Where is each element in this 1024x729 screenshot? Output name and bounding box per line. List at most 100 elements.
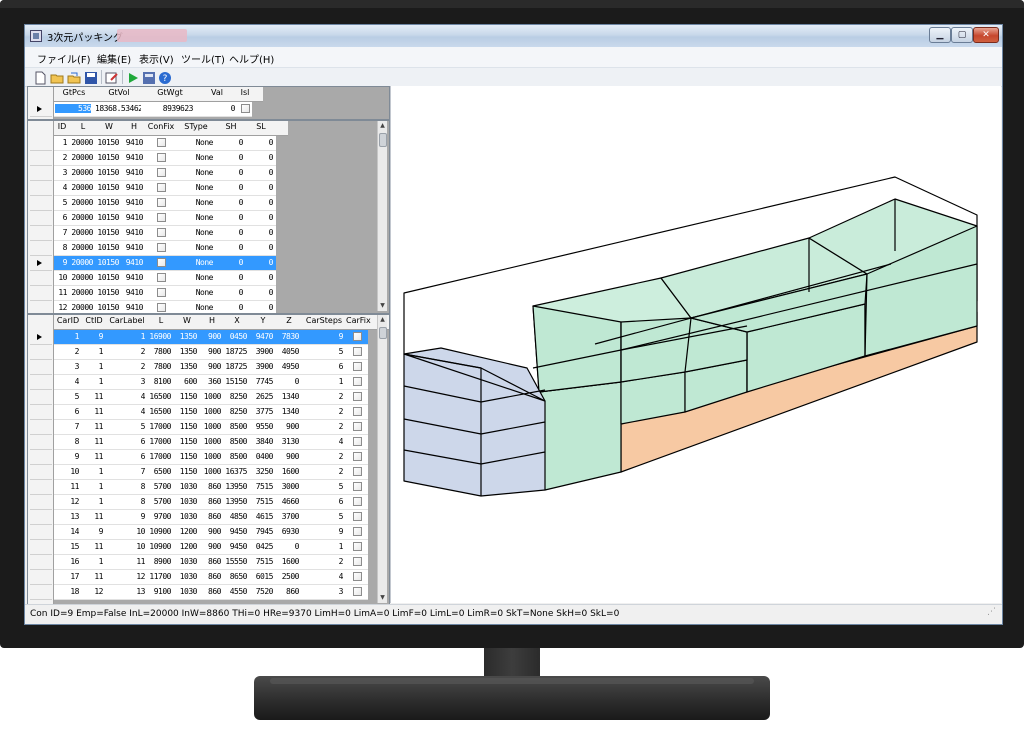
table-cell[interactable]: 5700 xyxy=(149,497,171,506)
table-cell[interactable]: 0 xyxy=(247,243,273,252)
row-selector[interactable] xyxy=(30,102,52,117)
table-cell[interactable]: 10150 xyxy=(97,273,119,282)
row-selector[interactable] xyxy=(30,166,52,181)
table-cell[interactable]: 860 xyxy=(201,512,221,521)
table-cell[interactable]: 860 xyxy=(277,587,299,596)
table-cell[interactable]: 900 xyxy=(201,542,221,551)
row-selector[interactable] xyxy=(30,525,52,540)
table-cell[interactable]: 20000 xyxy=(71,138,93,147)
table-cell[interactable]: 8 xyxy=(107,497,145,506)
table-cell[interactable]: 10150 xyxy=(97,303,119,312)
table-cell[interactable]: 4660 xyxy=(277,497,299,506)
table-cell[interactable]: 13 xyxy=(107,587,145,596)
table-cell[interactable]: 11 xyxy=(83,392,103,401)
table-row[interactable]: 7 20000 10150 9410 None 0 0 xyxy=(54,226,276,241)
table-cell[interactable]: 4 xyxy=(107,407,145,416)
table-cell[interactable]: 3900 xyxy=(251,347,273,356)
new-file-icon[interactable] xyxy=(33,70,47,85)
table-cell[interactable]: 7 xyxy=(55,228,67,237)
table-cell[interactable]: 1000 xyxy=(201,467,221,476)
table-cell[interactable]: 20000 xyxy=(71,168,93,177)
table-cell[interactable]: 11 xyxy=(55,482,79,491)
table-cell[interactable]: 20000 xyxy=(71,273,93,282)
table-cell[interactable]: 1 xyxy=(83,377,103,386)
table-cell[interactable]: 20000 xyxy=(71,183,93,192)
table-cell[interactable]: 10150 xyxy=(97,198,119,207)
menu-help[interactable]: ヘルプ(H) xyxy=(229,51,274,66)
table-cell[interactable]: 17000 xyxy=(149,422,171,431)
cargo-scrollbar[interactable]: ▲ ▼ xyxy=(377,315,387,603)
table-cell[interactable]: 9410 xyxy=(123,273,143,282)
column-header-cargo-4[interactable]: W xyxy=(174,316,200,325)
table-row[interactable]: 6 11 4 16500 1150 1000 8250 3775 1340 2 xyxy=(54,405,368,420)
checkbox[interactable] xyxy=(352,407,362,416)
table-cell[interactable]: 0 xyxy=(217,213,243,222)
table-cell[interactable]: 20000 xyxy=(71,303,93,312)
table-cell[interactable]: 3840 xyxy=(251,437,273,446)
column-header-containers-2[interactable]: W xyxy=(96,122,122,131)
table-cell[interactable]: 2 xyxy=(303,407,343,416)
table-cell[interactable]: 20000 xyxy=(71,258,93,267)
table-cell[interactable]: 9100 xyxy=(149,587,171,596)
table-cell[interactable]: 8 xyxy=(55,437,79,446)
table-row[interactable]: 3 20000 10150 9410 None 0 0 xyxy=(54,166,276,181)
packing-3d-view[interactable] xyxy=(390,86,1001,603)
checkbox[interactable] xyxy=(352,362,362,371)
menu-tools[interactable]: ツール(T) xyxy=(181,51,225,66)
table-cell[interactable]: 0 xyxy=(217,258,243,267)
checkbox[interactable] xyxy=(352,392,362,401)
table-cell[interactable]: 2 xyxy=(55,153,67,162)
checkbox[interactable] xyxy=(352,527,362,536)
table-cell[interactable]: 13950 xyxy=(225,497,247,506)
table-cell[interactable]: 13 xyxy=(55,512,79,521)
table-cell[interactable]: 1000 xyxy=(201,392,221,401)
checkbox[interactable] xyxy=(352,467,362,476)
table-cell[interactable]: 1 xyxy=(83,557,103,566)
table-cell[interactable]: None xyxy=(177,288,213,297)
table-cell[interactable]: 0 xyxy=(247,258,273,267)
checkbox[interactable] xyxy=(156,198,166,207)
table-cell[interactable]: 11 xyxy=(83,572,103,581)
table-cell[interactable]: 15550 xyxy=(225,557,247,566)
table-cell[interactable]: 4850 xyxy=(225,512,247,521)
save-result-icon[interactable] xyxy=(142,70,156,84)
resize-grip-icon[interactable]: ⋰ xyxy=(987,603,996,622)
checkbox[interactable] xyxy=(352,422,362,431)
table-cell[interactable]: None xyxy=(177,243,213,252)
table-cell[interactable]: 20000 xyxy=(71,213,93,222)
table-cell[interactable]: 0 xyxy=(247,303,273,312)
table-cell[interactable]: 1000 xyxy=(201,422,221,431)
table-cell[interactable]: 536 xyxy=(55,104,91,113)
table-cell[interactable]: 12 xyxy=(83,587,103,596)
table-cell[interactable]: 18725 xyxy=(225,362,247,371)
table-row[interactable]: 16 1 11 8900 1030 860 15550 7515 1600 2 xyxy=(54,555,368,570)
row-selector[interactable] xyxy=(30,271,52,286)
table-cell[interactable]: 1030 xyxy=(175,587,197,596)
table-cell[interactable]: 1030 xyxy=(175,557,197,566)
table-cell[interactable]: 10150 xyxy=(97,243,119,252)
table-cell[interactable]: 20000 xyxy=(71,288,93,297)
table-cell[interactable]: 1 xyxy=(303,377,343,386)
table-cell[interactable]: 9550 xyxy=(251,422,273,431)
table-cell[interactable]: 13950 xyxy=(225,482,247,491)
column-header-cargo-10[interactable]: CarFix xyxy=(346,316,371,325)
table-cell[interactable]: 4 xyxy=(303,572,343,581)
checkbox[interactable] xyxy=(352,482,362,491)
checkbox[interactable] xyxy=(352,542,362,551)
column-header-summary-4[interactable]: Isl xyxy=(238,88,252,97)
column-header-containers-4[interactable]: ConFix xyxy=(146,122,176,131)
table-cell[interactable]: 1 xyxy=(55,138,67,147)
table-cell[interactable]: 8250 xyxy=(225,407,247,416)
row-selector[interactable] xyxy=(30,241,52,256)
checkbox[interactable] xyxy=(352,497,362,506)
edit-form-icon[interactable] xyxy=(105,70,119,84)
checkbox[interactable] xyxy=(156,153,166,162)
table-cell[interactable]: 1350 xyxy=(175,347,197,356)
table-cell[interactable]: 0 xyxy=(217,183,243,192)
table-cell[interactable]: 1 xyxy=(83,467,103,476)
table-cell[interactable]: 0 xyxy=(217,153,243,162)
table-cell[interactable]: 3700 xyxy=(277,512,299,521)
table-cell[interactable]: 11 xyxy=(107,557,145,566)
table-cell[interactable]: 1030 xyxy=(175,482,197,491)
table-cell[interactable]: 10900 xyxy=(149,542,171,551)
